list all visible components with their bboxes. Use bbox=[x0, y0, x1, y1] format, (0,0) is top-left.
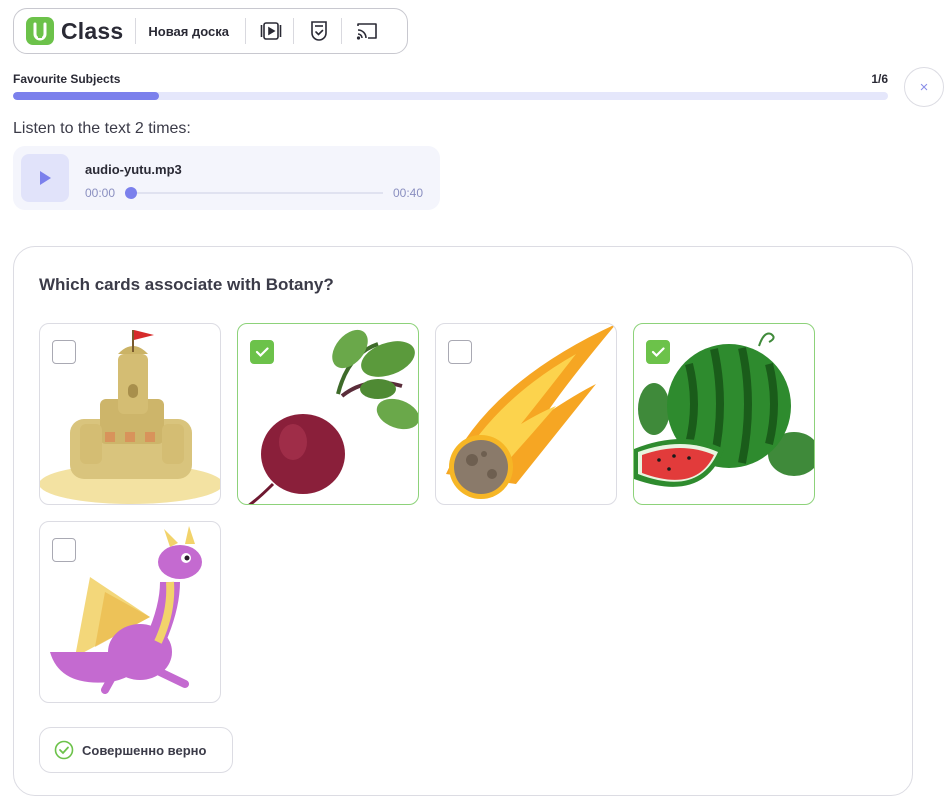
shield-check-icon[interactable] bbox=[307, 19, 331, 43]
card-checkbox[interactable] bbox=[646, 340, 670, 364]
check-icon bbox=[651, 347, 665, 358]
instruction-text: Listen to the text 2 times: bbox=[13, 120, 191, 137]
card-checkbox[interactable] bbox=[52, 340, 76, 364]
board-label[interactable]: Новая доска bbox=[148, 24, 229, 39]
audio-current-time: 00:00 bbox=[85, 186, 116, 200]
logo-text: Class bbox=[61, 17, 124, 44]
question-text: Which cards associate with Botany? bbox=[39, 275, 334, 294]
divider bbox=[244, 18, 246, 44]
progress-fill bbox=[13, 92, 160, 100]
lesson-counter: 1/6 bbox=[871, 72, 888, 86]
divider bbox=[340, 18, 342, 44]
close-button[interactable]: × bbox=[904, 67, 944, 107]
lesson-title: Favourite Subjects bbox=[13, 72, 121, 86]
card-meteor[interactable] bbox=[435, 323, 617, 505]
card-checkbox[interactable] bbox=[448, 340, 472, 364]
logo-icon bbox=[26, 17, 54, 45]
video-player-icon[interactable] bbox=[259, 19, 283, 43]
audio-duration: 00:40 bbox=[393, 186, 424, 200]
audio-player: audio-yutu.mp3 00:00 00:40 bbox=[13, 146, 440, 210]
card-checkbox[interactable] bbox=[52, 538, 76, 562]
divider bbox=[135, 18, 137, 44]
card-dragon[interactable] bbox=[39, 521, 221, 703]
card-checkbox[interactable] bbox=[250, 340, 274, 364]
card-beetroot[interactable] bbox=[237, 323, 419, 505]
audio-seek-track[interactable] bbox=[131, 192, 383, 194]
result-badge: Совершенно верно bbox=[39, 727, 233, 773]
audio-seek-thumb[interactable] bbox=[125, 187, 137, 199]
check-circle-icon bbox=[54, 740, 74, 760]
cast-icon[interactable] bbox=[355, 19, 379, 43]
play-button[interactable] bbox=[21, 154, 69, 202]
logo[interactable]: Class bbox=[26, 17, 123, 45]
card-sand-castle[interactable] bbox=[39, 323, 221, 505]
divider bbox=[292, 18, 294, 44]
question-panel: Which cards associate with Botany? Совер… bbox=[13, 246, 913, 796]
check-icon bbox=[255, 347, 269, 358]
top-toolbar: Class Новая доска bbox=[13, 8, 408, 54]
card-watermelon[interactable] bbox=[633, 323, 815, 505]
play-icon bbox=[40, 171, 51, 185]
result-text: Совершенно верно bbox=[82, 742, 207, 758]
progress-bar bbox=[13, 92, 888, 100]
audio-file-name: audio-yutu.mp3 bbox=[85, 162, 182, 177]
